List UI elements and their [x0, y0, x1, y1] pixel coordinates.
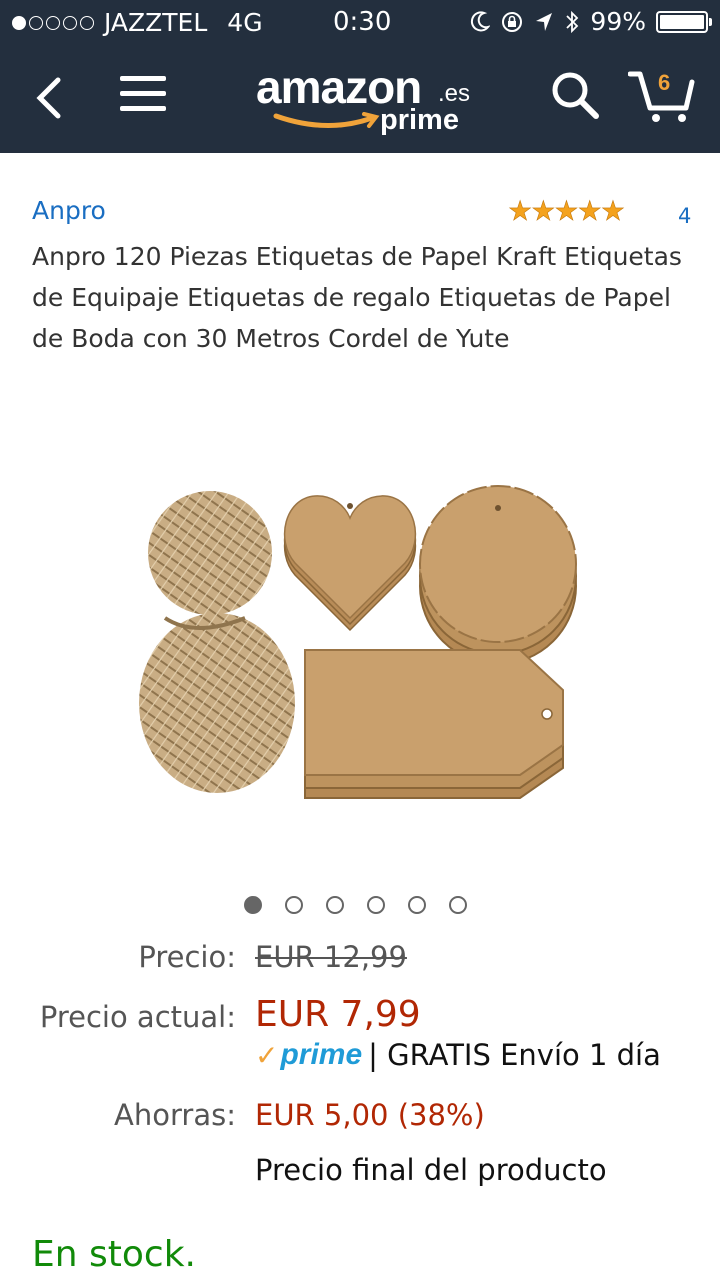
carousel-dot[interactable]: [367, 896, 385, 914]
prime-word: prime: [280, 1038, 363, 1071]
logo-prime: prime: [380, 104, 459, 136]
battery-icon: [656, 10, 712, 33]
battery-percent: 99%: [590, 7, 646, 36]
cart-button[interactable]: 6: [627, 66, 696, 126]
savings-value: EUR 5,00 (38%): [255, 1098, 485, 1132]
carrier-name: JAZZTEL: [104, 8, 208, 37]
menu-button[interactable]: [120, 76, 166, 120]
back-button[interactable]: [30, 68, 70, 128]
carousel-dot[interactable]: [449, 896, 467, 914]
review-count[interactable]: 4: [678, 204, 691, 228]
brand-link[interactable]: Anpro: [32, 196, 106, 225]
final-price-note: Precio final del producto: [255, 1153, 607, 1187]
cart-count-badge: 6: [658, 70, 671, 95]
rating-summary[interactable]: ★★★★★ 4: [508, 196, 692, 228]
deal-price: EUR 7,99: [255, 994, 421, 1035]
chevron-left-icon: [36, 77, 61, 119]
product-image[interactable]: [135, 478, 585, 803]
prime-badge: ✓ prime: [255, 1038, 362, 1072]
image-carousel-pager[interactable]: [244, 896, 467, 914]
search-button[interactable]: [548, 68, 602, 122]
shipping-text: | GRATIS Envío 1 día: [368, 1038, 661, 1072]
amazon-prime-logo[interactable]: amazon .es prime: [252, 58, 482, 148]
list-price: EUR 12,99: [255, 940, 407, 974]
hamburger-icon: [120, 76, 166, 111]
status-bar: JAZZTEL 4G 0:30 99%: [0, 0, 720, 46]
carousel-dot[interactable]: [285, 896, 303, 914]
top-navigation-bar: amazon .es prime 6: [0, 46, 720, 153]
location-icon: [536, 12, 553, 31]
star-rating-icon: ★★★★★: [508, 196, 626, 228]
prime-check-icon: ✓: [255, 1038, 279, 1072]
rotation-lock-icon: [502, 11, 523, 32]
savings-label: Ahorras:: [114, 1098, 236, 1132]
bluetooth-icon: [566, 10, 579, 33]
status-right: 99%: [470, 7, 712, 36]
list-price-label: Precio:: [138, 940, 236, 974]
carousel-dot[interactable]: [326, 896, 344, 914]
smile-arrow-icon: [273, 112, 380, 128]
carousel-dot[interactable]: [408, 896, 426, 914]
product-title: Anpro 120 Piezas Etiquetas de Papel Kraf…: [32, 242, 682, 353]
carousel-dot[interactable]: [244, 896, 262, 914]
moon-icon: [471, 10, 491, 31]
shipping-info: ✓ prime | GRATIS Envío 1 día: [255, 1038, 661, 1072]
deal-price-label: Precio actual:: [39, 1000, 236, 1034]
status-left: JAZZTEL 4G: [12, 8, 263, 37]
network-type: 4G: [227, 8, 263, 37]
status-time: 0:30: [333, 7, 392, 37]
signal-strength-icon: [12, 15, 94, 30]
stock-status: En stock.: [32, 1234, 196, 1275]
search-icon: [552, 72, 599, 119]
